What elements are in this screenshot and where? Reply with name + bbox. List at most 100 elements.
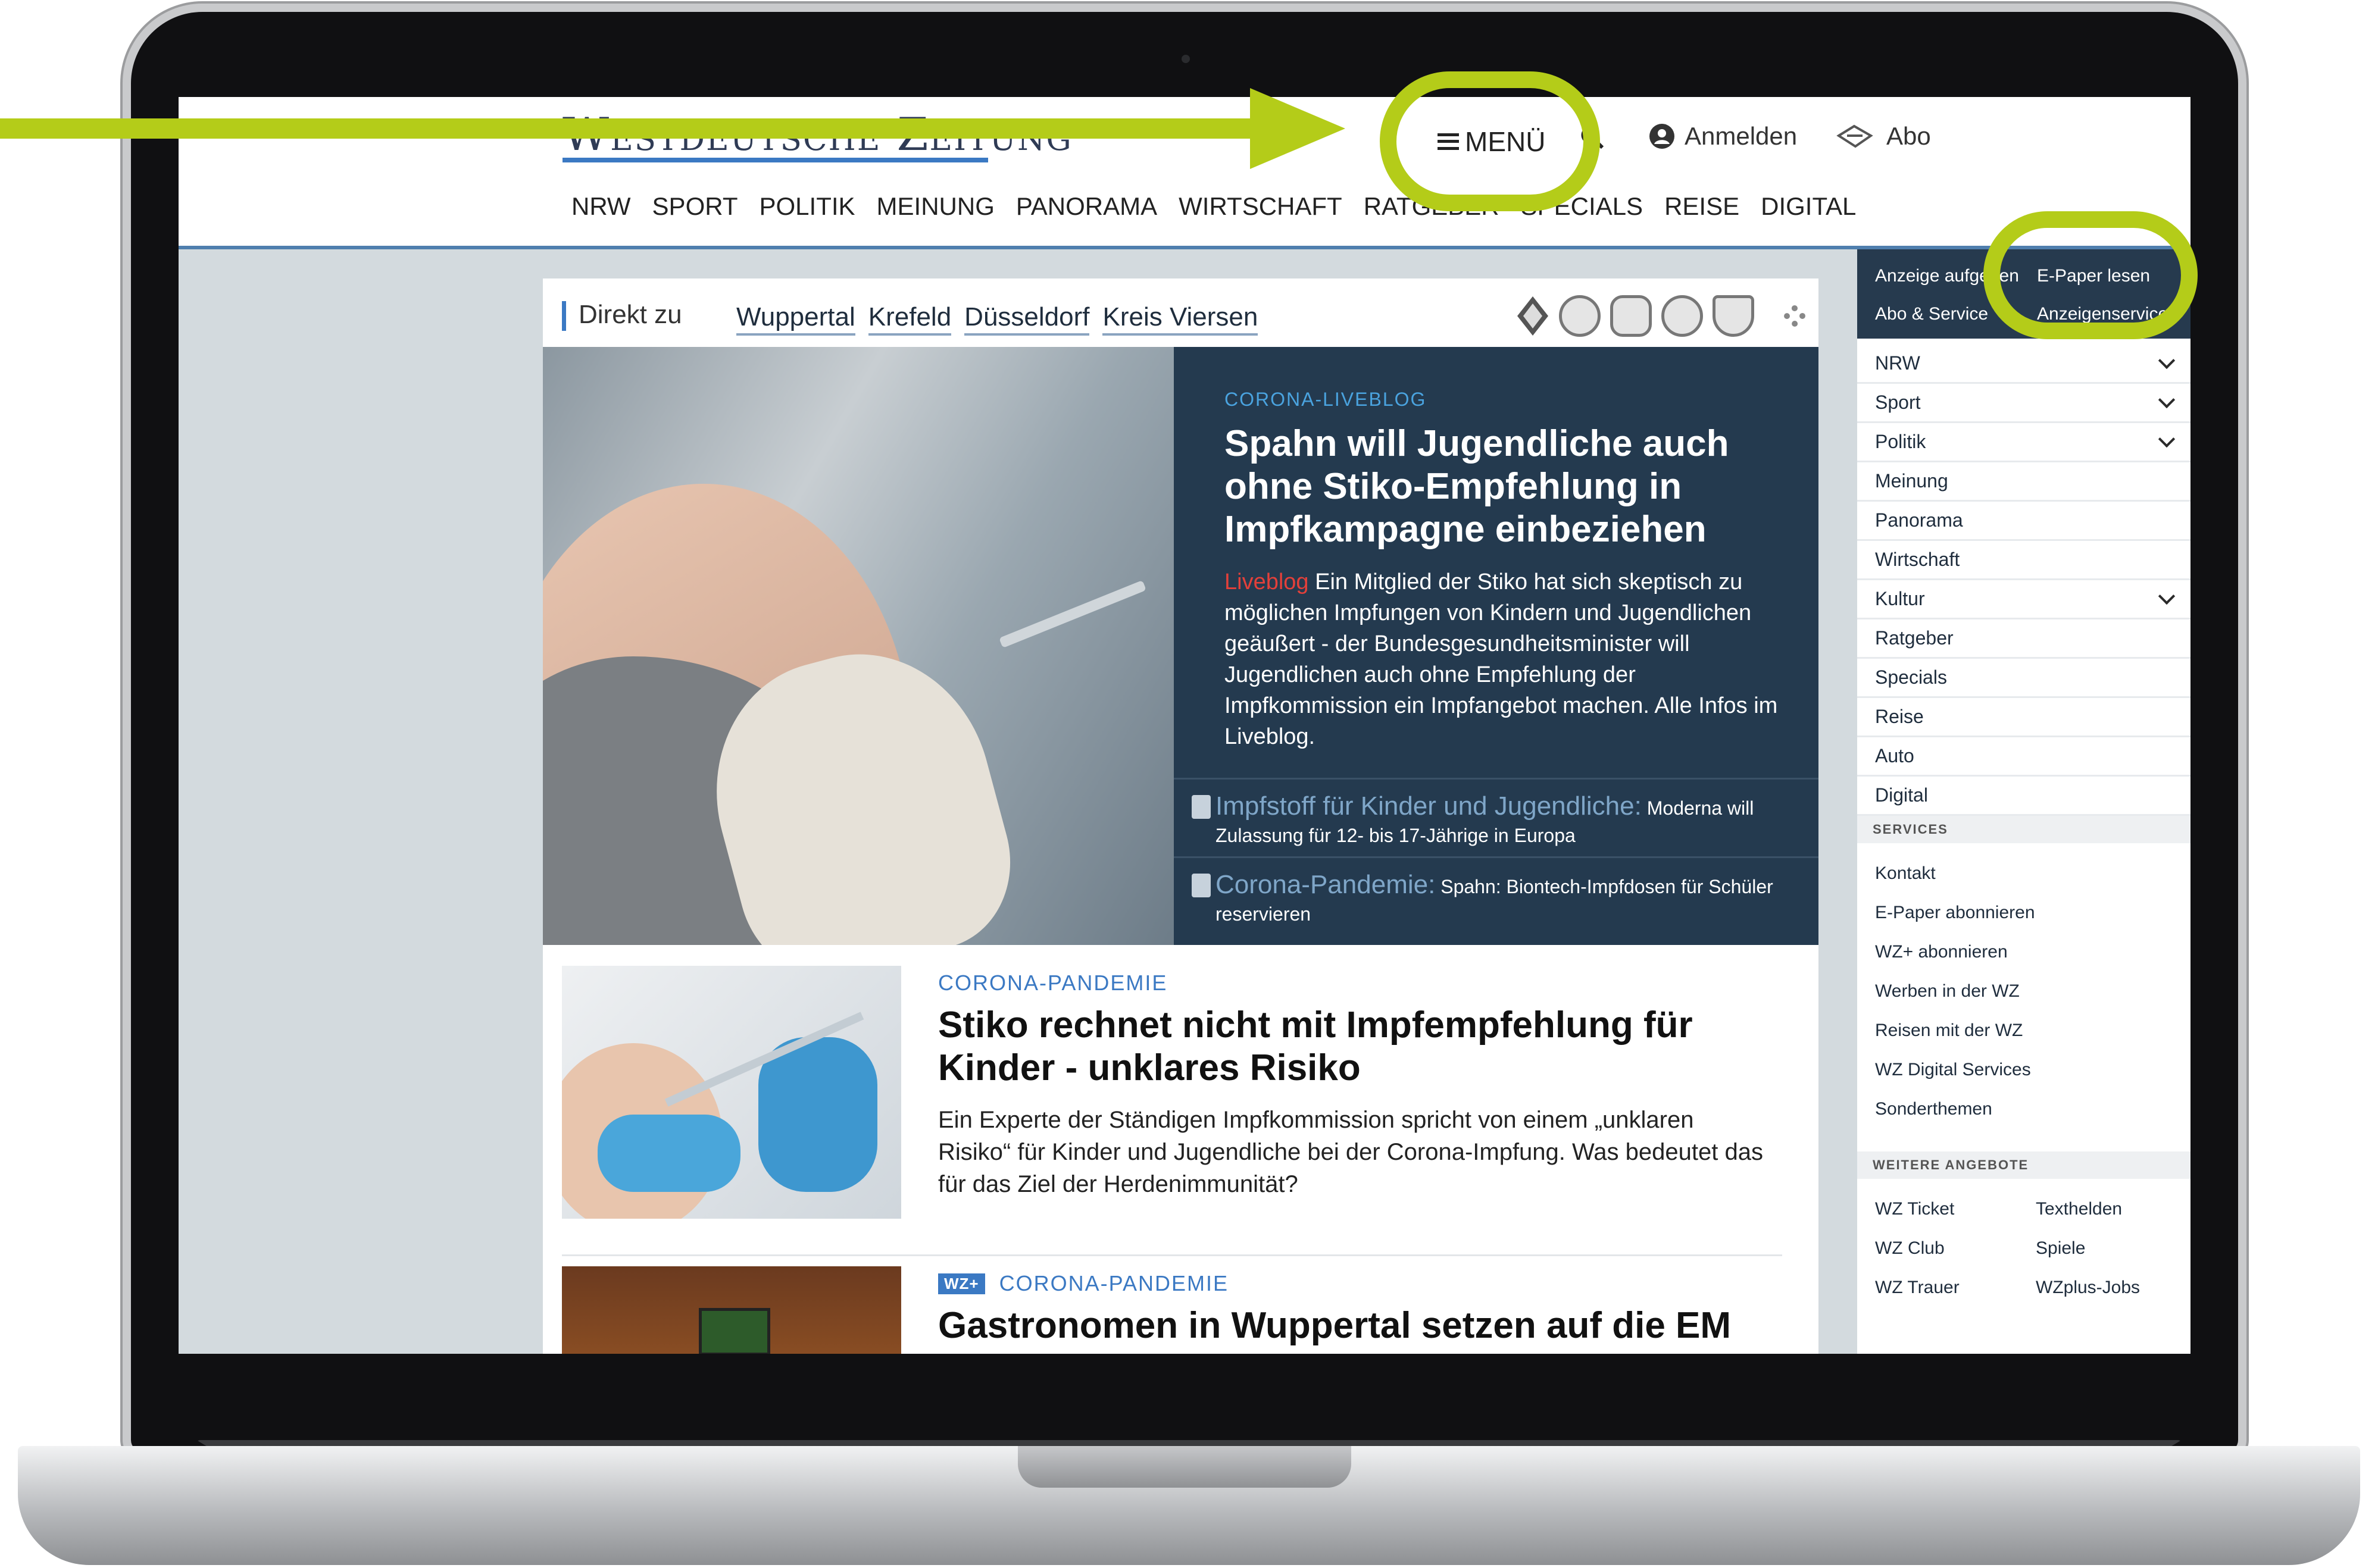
side-menu-label: Kultur (1875, 588, 1925, 609)
document-icon (1192, 874, 1211, 897)
side-menu-label: Politik (1875, 431, 1926, 452)
hero-text: CORONA-LIVEBLOG Spahn will Jugendliche a… (1224, 389, 1796, 752)
chevron-down-icon[interactable] (2158, 430, 2176, 447)
chevron-down-icon[interactable] (2158, 587, 2176, 605)
login-link[interactable]: Anmelden (1649, 122, 1797, 151)
side-menu-label: Auto (1875, 745, 1914, 766)
side-menu-item-specials[interactable]: Specials (1857, 659, 2190, 698)
offer-link[interactable]: Spiele (2018, 1229, 2179, 1268)
thumb-glove-shape (758, 1037, 877, 1192)
services-heading: SERVICES (1857, 816, 2190, 843)
user-icon (1649, 124, 1674, 149)
side-menu-item-nrw[interactable]: NRW (1857, 345, 2190, 384)
side-menu-label: Reise (1875, 706, 1924, 727)
article-thumbnail (562, 1266, 901, 1354)
service-link[interactable]: Kontakt (1857, 854, 2190, 893)
chevron-down-icon[interactable] (2158, 352, 2176, 369)
offer-link[interactable]: WZplus-Jobs (2018, 1268, 2179, 1307)
settings-gear-icon[interactable] (1784, 305, 1805, 327)
side-menu-item-wirtschaft[interactable]: Wirtschaft (1857, 541, 2190, 580)
side-menu-item-ratgeber[interactable]: Ratgeber (1857, 619, 2190, 659)
article-text: CORONA-PANDEMIE Stiko rechnet nicht mit … (938, 971, 1771, 1200)
nav-item-wirtschaft[interactable]: WIRTSCHAFT (1179, 192, 1342, 221)
hero-lead-text: Ein Mitglied der Stiko hat sich skeptisc… (1224, 569, 1778, 749)
article-text: WZ+ CORONA-PANDEMIE Gastronomen in Wuppe… (938, 1271, 1771, 1354)
article-kicker-text: CORONA-PANDEMIE (938, 971, 1168, 995)
service-link[interactable]: Werben in der WZ (1857, 972, 2190, 1011)
service-link[interactable]: WZ Digital Services (1857, 1050, 2190, 1090)
hero-kicker: CORONA-LIVEBLOG (1224, 389, 1427, 410)
club-crest-icon[interactable] (1559, 295, 1601, 337)
city-links: Wuppertal Krefeld Düsseldorf Kreis Viers… (736, 302, 1258, 336)
nav-item-digital[interactable]: DIGITAL (1761, 192, 1856, 221)
city-link-krefeld[interactable]: Krefeld (868, 302, 952, 336)
hero-vaccination-image (543, 347, 1174, 945)
thumb-glove-shape (598, 1115, 740, 1192)
city-link-wuppertal[interactable]: Wuppertal (736, 302, 855, 336)
service-link[interactable]: WZ+ abonnieren (1857, 932, 2190, 972)
nav-item-nrw[interactable]: NRW (571, 192, 631, 221)
city-link-kreis-viersen[interactable]: Kreis Viersen (1102, 302, 1258, 336)
side-menu-label: Specials (1875, 666, 1947, 688)
side-menu-item-sport[interactable]: Sport (1857, 384, 2190, 423)
article-teaser[interactable]: WZ+ CORONA-PANDEMIE Gastronomen in Wuppe… (562, 1266, 1782, 1354)
webcam (1182, 55, 1190, 63)
nav-item-panorama[interactable]: PANORAMA (1016, 192, 1157, 221)
article-kicker: CORONA-PANDEMIE (938, 971, 1771, 996)
side-menu-item-digital[interactable]: Digital (1857, 777, 2190, 816)
side-menu-item-meinung[interactable]: Meinung (1857, 462, 2190, 502)
side-menu-label: Meinung (1875, 470, 1948, 492)
hero-syringe-shape (999, 580, 1146, 649)
side-menu-item-politik[interactable]: Politik (1857, 423, 2190, 462)
side-menu-item-kultur[interactable]: Kultur (1857, 580, 2190, 619)
article-summary: Ein Experte der Ständigen Impfkommission… (938, 1107, 1763, 1197)
wz-plus-badge: WZ+ (938, 1273, 985, 1294)
thumb-screen-shape (699, 1308, 770, 1354)
laptop-notch (1018, 1446, 1351, 1488)
abo-label: Abo (1886, 122, 1931, 150)
article-headline[interactable]: Gastronomen in Wuppertal setzen auf die … (938, 1304, 1771, 1354)
annotation-arrow-shaft (0, 118, 1268, 139)
article-divider (562, 1254, 1782, 1256)
club-crest-icon[interactable] (1713, 295, 1754, 337)
hero-article[interactable]: CORONA-LIVEBLOG Spahn will Jugendliche a… (543, 347, 1818, 945)
hero-headline[interactable]: Spahn will Jugendliche auch ohne Stiko-E… (1224, 422, 1796, 551)
city-link-duesseldorf[interactable]: Düsseldorf (964, 302, 1090, 336)
abo-service-link[interactable]: Abo & Service (1875, 304, 1988, 324)
article-headline[interactable]: Stiko rechnet nicht mit Impfempfehlung f… (938, 1004, 1771, 1090)
login-label: Anmelden (1685, 122, 1798, 150)
nav-item-politik[interactable]: POLITIK (759, 192, 855, 221)
chevron-down-icon[interactable] (2158, 391, 2176, 408)
main-content: Direkt zu Wuppertal Krefeld Düsseldorf K… (543, 278, 1818, 1354)
side-menu-label: NRW (1875, 352, 1920, 374)
nav-item-meinung[interactable]: MEINUNG (877, 192, 995, 221)
related-article[interactable]: Corona-Pandemie: Spahn: Biontech-Impfdos… (1174, 856, 1818, 928)
abo-link[interactable]: Abo (1836, 122, 1931, 151)
related-article[interactable]: Impfstoff für Kinder und Jugendliche: Mo… (1174, 778, 1818, 849)
service-link[interactable]: E-Paper abonnieren (1857, 893, 2190, 932)
subscription-ticket-icon (1836, 124, 1873, 148)
side-menu-item-reise[interactable]: Reise (1857, 698, 2190, 737)
nav-item-reise[interactable]: REISE (1664, 192, 1739, 221)
direkt-zu-bar: Direkt zu Wuppertal Krefeld Düsseldorf K… (543, 278, 1818, 347)
club-crest-icon[interactable] (1516, 295, 1549, 337)
club-crest-icon[interactable] (1661, 295, 1703, 337)
club-crests (1516, 295, 1754, 337)
offer-link[interactable]: WZ Ticket (1857, 1190, 2018, 1229)
article-teaser[interactable]: CORONA-PANDEMIE Stiko rechnet nicht mit … (562, 966, 1782, 1228)
article-thumbnail (562, 966, 901, 1219)
main-navigation: NRW SPORT POLITIK MEINUNG PANORAMA WIRTS… (571, 192, 1856, 221)
offer-link[interactable]: WZ Club (1857, 1229, 2018, 1268)
offer-link[interactable]: WZ Trauer (1857, 1268, 2018, 1307)
annotation-arrow-head (1250, 88, 1345, 169)
side-menu-label: Sport (1875, 392, 1921, 413)
service-link[interactable]: Reisen mit der WZ (1857, 1011, 2190, 1050)
annotation-ring-epaper (1983, 211, 2198, 339)
club-crest-icon[interactable] (1610, 295, 1652, 337)
nav-item-sport[interactable]: SPORT (652, 192, 738, 221)
service-link[interactable]: Sonderthemen (1857, 1090, 2190, 1129)
side-menu-item-panorama[interactable]: Panorama (1857, 502, 2190, 541)
offer-link[interactable]: Texthelden (2018, 1190, 2179, 1229)
side-menu-item-auto[interactable]: Auto (1857, 737, 2190, 777)
